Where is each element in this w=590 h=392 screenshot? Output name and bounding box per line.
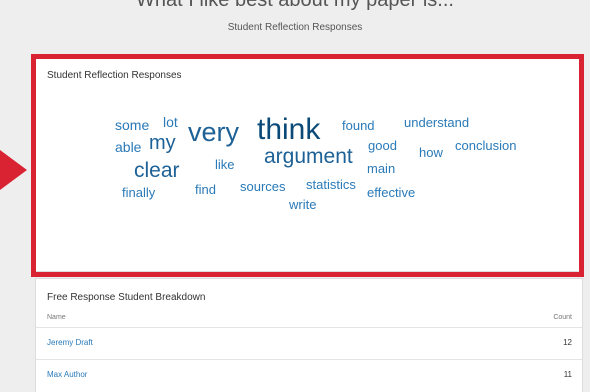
- student-name-link[interactable]: Jeremy Draft: [47, 338, 93, 347]
- word-found: found: [342, 118, 375, 133]
- word-finally: finally: [122, 185, 156, 200]
- word-argument: argument: [264, 145, 353, 168]
- column-header-name[interactable]: Name: [47, 314, 66, 321]
- table-row: Max Author 11: [36, 359, 582, 389]
- word-cloud-card: Student Reflection Responses some lot ve…: [35, 57, 583, 272]
- table-row: Jeremy Draft 12: [36, 327, 582, 357]
- column-header-count[interactable]: Count: [553, 314, 572, 321]
- breakdown-card: Free Response Student Breakdown Name Cou…: [35, 278, 583, 392]
- breakdown-title: Free Response Student Breakdown: [47, 292, 206, 303]
- word-write: write: [289, 197, 317, 212]
- word-sources: sources: [240, 179, 286, 194]
- pointer-arrow-icon: [0, 150, 27, 190]
- word-understand: understand: [404, 115, 470, 130]
- word-how: how: [419, 145, 443, 160]
- page-subtitle: Student Reflection Responses: [227, 22, 363, 33]
- word-think: think: [257, 113, 321, 146]
- page-title: What I like best about my paper is...: [136, 0, 454, 11]
- word-main: main: [367, 161, 396, 176]
- word-my: my: [149, 132, 176, 154]
- word-very: very: [188, 117, 240, 147]
- word-clear: clear: [134, 159, 180, 182]
- word-lot: lot: [163, 114, 178, 130]
- word-able: able: [115, 139, 142, 155]
- word-good: good: [368, 138, 397, 153]
- word-statistics: statistics: [306, 177, 356, 192]
- word-conclusion: conclusion: [455, 138, 517, 153]
- word-cloud: some lot very think found understand abl…: [36, 58, 582, 271]
- word-like: like: [215, 157, 235, 172]
- word-some: some: [115, 117, 150, 133]
- word-find: find: [195, 182, 216, 197]
- word-effective: effective: [367, 185, 416, 200]
- response-count: 12: [563, 338, 572, 347]
- student-name-link[interactable]: Max Author: [47, 370, 87, 379]
- response-count: 11: [563, 370, 572, 379]
